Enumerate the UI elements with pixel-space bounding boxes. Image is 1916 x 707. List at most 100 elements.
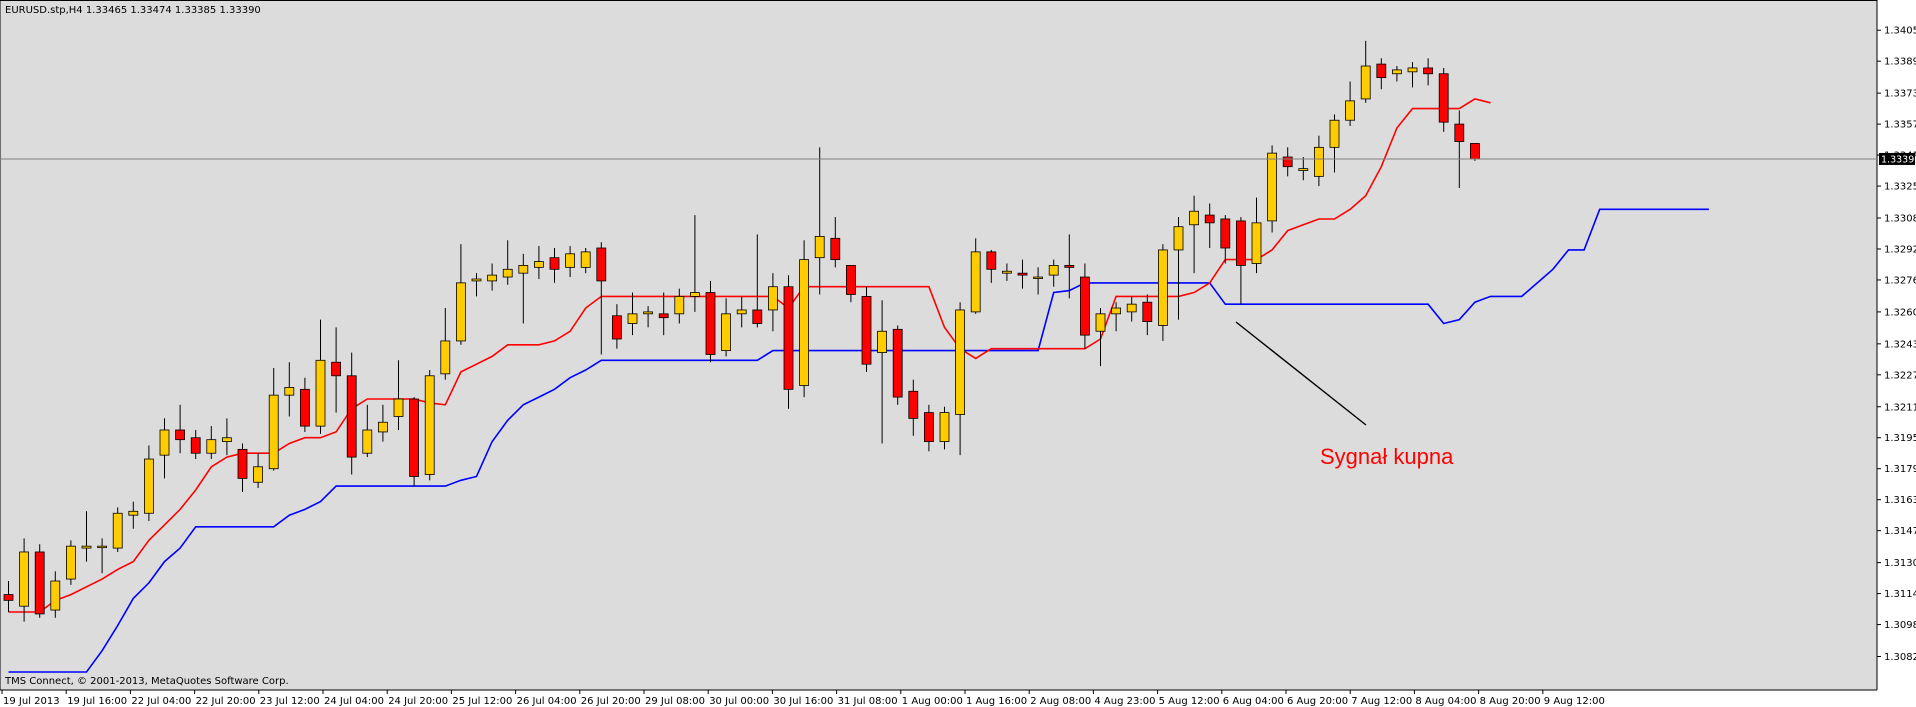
x-tick-label: 22 Jul 20:00: [196, 696, 256, 707]
candle-bullish: [1002, 270, 1012, 274]
y-tick-label: 1.31305: [1884, 558, 1916, 569]
candle-bearish: [1470, 143, 1480, 160]
candle-bullish: [315, 359, 326, 427]
candle-bullish: [112, 512, 123, 549]
candle-bullish: [1360, 65, 1371, 100]
x-tick-label: 7 Aug 12:00: [1351, 696, 1412, 707]
x-tick-label: 8 Aug 20:00: [1480, 696, 1541, 707]
candle-bearish: [1236, 220, 1246, 266]
y-tick-label: 1.33250: [1884, 182, 1916, 193]
y-tick-label: 1.31470: [1884, 526, 1916, 537]
candle-bearish: [190, 437, 201, 454]
y-tick-label: 1.33570: [1884, 120, 1916, 131]
candle-bearish: [986, 251, 997, 270]
candle-bullish: [50, 580, 61, 611]
y-tick-label: 1.34055: [1884, 26, 1916, 37]
candle-bullish: [1345, 100, 1355, 121]
candle-bullish: [690, 292, 700, 297]
candle-bullish: [627, 313, 638, 324]
x-tick-label: 30 Jul 00:00: [709, 696, 769, 707]
x-tick-label: 6 Aug 04:00: [1223, 696, 1284, 707]
candle-bullish: [674, 296, 685, 315]
candle-bullish: [565, 253, 575, 268]
x-tick-label: 25 Jul 12:00: [452, 696, 512, 707]
x-tick-label: 19 Jul 16:00: [67, 696, 127, 707]
y-tick-label: 1.32600: [1884, 307, 1916, 318]
candle-bearish: [409, 398, 420, 477]
candle-bullish: [455, 282, 466, 342]
candle-bullish: [97, 545, 107, 549]
candle-bearish: [1423, 67, 1433, 75]
candle-bearish: [175, 429, 186, 441]
x-tick-label: 29 Jul 08:00: [645, 696, 705, 707]
x-tick-label: 23 Jul 12:00: [260, 696, 320, 707]
candle-bearish: [237, 448, 248, 479]
candle-bearish: [596, 247, 607, 282]
chart-window: 1.340551.338951.337301.335701.334101.332…: [0, 0, 1916, 707]
candle-bearish: [830, 237, 841, 261]
candle-bullish: [206, 439, 217, 454]
price-chart[interactable]: 1.340551.338951.337301.335701.334101.332…: [0, 0, 1916, 707]
x-tick-label: 26 Jul 04:00: [517, 696, 577, 707]
candle-bearish: [1438, 73, 1449, 123]
candle-bullish: [518, 265, 529, 274]
y-tick-label: 1.31630: [1884, 495, 1916, 506]
x-tick-label: 24 Jul 20:00: [388, 696, 448, 707]
candle-bullish: [253, 466, 264, 483]
candle-bullish: [66, 545, 76, 580]
y-tick-label: 1.32275: [1884, 370, 1916, 381]
candle-bullish: [502, 268, 513, 278]
candle-bearish: [1220, 218, 1231, 249]
x-tick-label: 19 Jul 2013: [3, 696, 60, 707]
candle-bullish: [1158, 249, 1168, 326]
y-tick-label: 1.30820: [1884, 652, 1916, 663]
candle-bullish: [1126, 303, 1137, 313]
candle-bullish: [471, 278, 482, 282]
candle-bullish: [128, 510, 139, 516]
candle-bearish: [1064, 265, 1075, 268]
candle-bearish: [892, 328, 903, 398]
y-tick-label: 1.33730: [1884, 89, 1916, 100]
annotation-label: Sygnał kupna: [1320, 444, 1454, 469]
candle-bearish: [1204, 214, 1215, 224]
candle-bullish: [362, 429, 373, 454]
current-price-label: 1.33390: [1881, 154, 1916, 165]
y-tick-label: 1.32925: [1884, 244, 1916, 255]
candle-bullish: [284, 387, 295, 396]
candle-bullish: [877, 330, 887, 353]
candle-bullish: [1314, 146, 1324, 177]
candle-bullish: [1173, 226, 1184, 251]
candle-bearish: [3, 594, 14, 601]
candle-bullish: [159, 429, 170, 456]
candle-bearish: [612, 315, 622, 340]
candle-bearish: [299, 388, 310, 427]
x-tick-label: 24 Jul 04:00: [324, 696, 384, 707]
y-tick-label: 1.30985: [1884, 620, 1916, 631]
candle-bullish: [721, 313, 731, 352]
candle-bullish: [1033, 276, 1043, 279]
candle-bearish: [549, 257, 560, 270]
candle-bullish: [1329, 119, 1340, 148]
candle-bullish: [19, 551, 30, 607]
candle-bearish: [1017, 272, 1028, 276]
candle-bearish: [783, 286, 794, 390]
candle-bullish: [1111, 307, 1121, 315]
candle-bearish: [1142, 301, 1153, 322]
x-tick-label: 1 Aug 00:00: [902, 696, 963, 707]
candle-bullish: [643, 311, 653, 315]
candle-bullish: [799, 259, 809, 386]
candle-bearish: [658, 313, 669, 319]
candle-bearish: [331, 361, 342, 377]
x-tick-label: 5 Aug 12:00: [1159, 696, 1220, 707]
candle-bullish: [534, 261, 544, 268]
candle-bearish: [752, 309, 763, 324]
candle-bullish: [424, 375, 435, 475]
candle-bullish: [143, 458, 154, 514]
candle-bullish: [81, 545, 92, 549]
candle-bullish: [580, 251, 591, 268]
copyright-text: TMS Connect, © 2001-2013, MetaQuotes Sof…: [4, 676, 289, 687]
candle-bullish: [487, 274, 498, 282]
candle-bullish: [970, 251, 981, 313]
candle-bullish: [377, 421, 388, 433]
plot-area: [0, 0, 1877, 690]
